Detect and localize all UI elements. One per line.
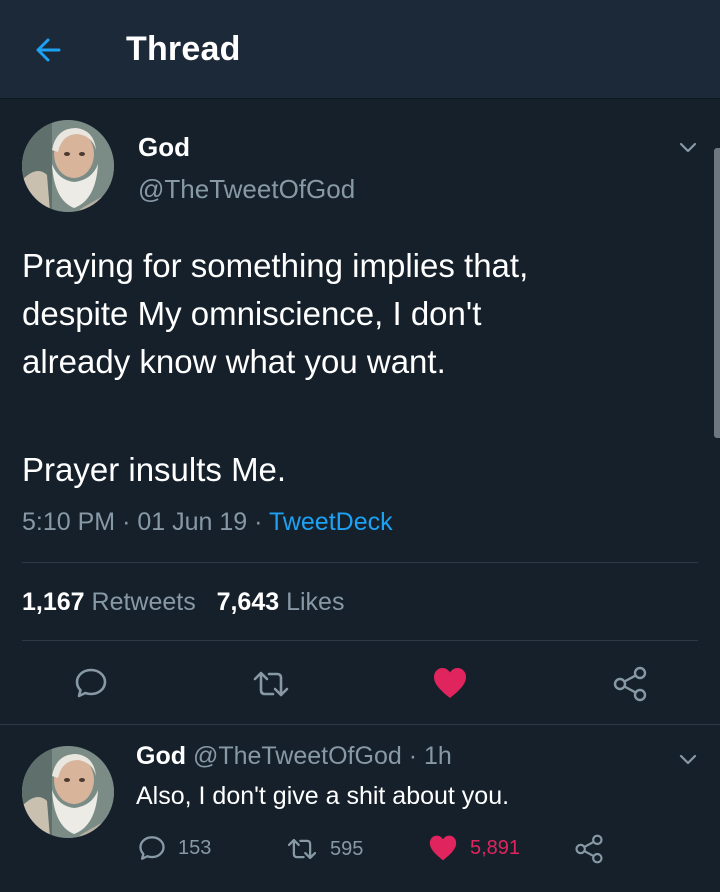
reply-like-button[interactable]: 5,891 [428, 834, 520, 862]
reply-text: Also, I don't give a shit about you. [136, 782, 510, 810]
tweet-date: 01 Jun 19 [137, 508, 248, 536]
reply-share-button[interactable] [574, 834, 604, 864]
retweets-label: Retweets [91, 588, 196, 616]
like-count: 5,891 [470, 836, 521, 859]
share-button[interactable] [612, 666, 648, 702]
like-button[interactable] [432, 666, 468, 700]
tweet-text-line: already know what you want. [22, 343, 446, 380]
likes-count: 7,643 [216, 588, 280, 616]
reply-author-handle[interactable]: @TheTweetOfGod [193, 742, 402, 770]
share-icon [613, 666, 647, 702]
avatar-image [22, 120, 114, 212]
divider [0, 724, 720, 725]
scrollbar[interactable] [714, 148, 720, 438]
tweet-source-link[interactable]: TweetDeck [269, 508, 393, 536]
meta-separator: · [122, 508, 131, 536]
share-icon [575, 834, 603, 864]
tweet-text-line: despite My omniscience, I don't [22, 295, 482, 332]
chevron-down-icon[interactable] [676, 138, 700, 158]
arrow-left-icon [36, 38, 61, 62]
back-button[interactable] [28, 30, 68, 70]
retweet-count: 595 [330, 837, 364, 860]
retweets-stat[interactable]: 1,167 Retweets [22, 588, 196, 616]
speech-bubble-icon [139, 836, 165, 860]
speech-bubble-icon [75, 668, 107, 698]
retweet-icon [253, 671, 289, 697]
retweets-count: 1,167 [22, 588, 85, 616]
chevron-down-icon[interactable] [676, 750, 700, 770]
tweet-meta: 5:10 PM · 01 Jun 19 · TweetDeck [22, 508, 393, 537]
likes-stat[interactable]: 7,643 Likes [217, 588, 345, 616]
avatar[interactable] [22, 120, 114, 212]
divider [22, 562, 698, 563]
author-handle[interactable]: @TheTweetOfGod [138, 174, 355, 205]
reply-age: 1h [424, 742, 452, 770]
tweet-stats: 1,167 Retweets 7,643 Likes [22, 588, 344, 617]
retweet-icon [287, 838, 317, 860]
reply-count: 153 [178, 836, 212, 859]
author-name[interactable]: God [138, 132, 190, 163]
heart-icon [429, 835, 457, 861]
divider [22, 640, 698, 641]
reply-author-name[interactable]: God [136, 742, 186, 770]
reply-retweet-button[interactable]: 595 [286, 836, 363, 862]
retweet-button[interactable] [252, 668, 290, 700]
reply-reply-button[interactable]: 153 [138, 834, 211, 862]
heart-icon [434, 668, 466, 698]
meta-separator: · [254, 508, 263, 536]
meta-separator: · [408, 742, 418, 770]
reply-button[interactable] [74, 666, 108, 700]
reply-avatar[interactable] [22, 746, 114, 838]
tweet-text-line: Praying for something implies that, [22, 247, 529, 284]
tweet-text-line: Prayer insults Me. [22, 451, 287, 488]
tweet-time: 5:10 PM [22, 508, 116, 536]
page-title: Thread [126, 30, 241, 68]
top-bar: Thread [0, 0, 720, 98]
likes-label: Likes [286, 588, 345, 616]
reply-header: God @TheTweetOfGod · 1h [136, 742, 452, 771]
avatar-image [22, 746, 114, 838]
